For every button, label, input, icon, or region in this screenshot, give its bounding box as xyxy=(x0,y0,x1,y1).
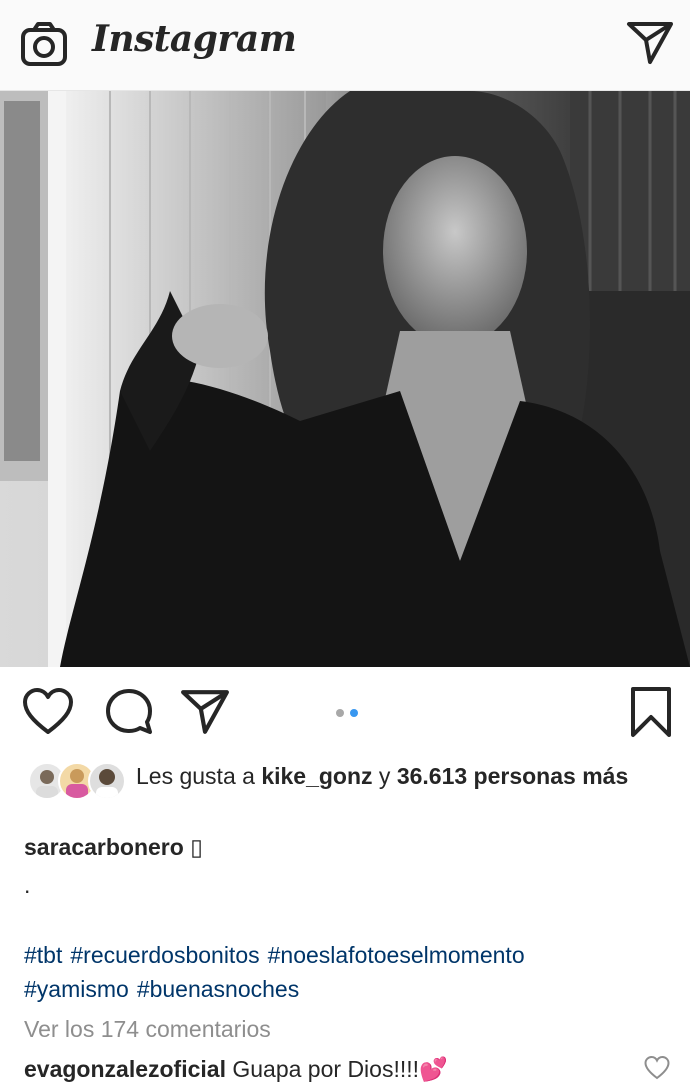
hashtag[interactable]: #noeslafotoeselmomento xyxy=(268,942,525,968)
hashtags: #tbt #recuerdosbonitos #noeslafotoeselmome… xyxy=(24,938,674,1006)
view-comments-link[interactable]: Ver los 174 comentarios xyxy=(24,1016,271,1043)
carousel-dot xyxy=(336,709,344,717)
likes-count[interactable]: 36.613 personas más xyxy=(397,763,628,789)
hashtag[interactable]: #recuerdosbonitos xyxy=(70,942,259,968)
post-photo[interactable] xyxy=(0,91,690,667)
bookmark-icon[interactable] xyxy=(630,686,672,743)
comment-text: Guapa por Dios!!!!💕 xyxy=(232,1056,448,1082)
comment-icon[interactable] xyxy=(104,688,154,741)
caption: saracarbonero ▯ xyxy=(24,830,674,864)
carousel-indicator xyxy=(336,704,364,722)
instagram-logo: Instagram xyxy=(92,18,297,60)
direct-message-icon[interactable] xyxy=(626,20,674,71)
share-icon[interactable] xyxy=(180,688,230,741)
likes-joiner: y xyxy=(378,763,391,789)
heart-icon[interactable] xyxy=(22,688,74,741)
hashtag[interactable]: #yamismo xyxy=(24,976,129,1002)
caption-line-2: . xyxy=(24,872,31,898)
carousel-dot-active xyxy=(350,709,358,717)
comment-username[interactable]: evagonzalezoficial xyxy=(24,1056,226,1082)
hashtag[interactable]: #buenasnoches xyxy=(137,976,299,1002)
caption-username[interactable]: saracarbonero xyxy=(24,834,184,860)
hashtag[interactable]: #tbt xyxy=(24,942,62,968)
post-actions-bar xyxy=(0,668,690,754)
likes-text: Les gusta a kike_gonz y 36.613 personas … xyxy=(136,760,676,792)
liker-username[interactable]: kike_gonz xyxy=(261,763,372,789)
liker-avatars[interactable] xyxy=(28,762,126,800)
camera-icon[interactable] xyxy=(20,22,68,73)
comment-like-icon[interactable] xyxy=(644,1055,670,1085)
caption-text: ▯ xyxy=(190,834,203,860)
likes-prefix: Les gusta a xyxy=(136,763,255,789)
top-bar: Instagram xyxy=(0,0,690,91)
comment-row: evagonzalezoficial Guapa por Dios!!!!💕 xyxy=(24,1056,624,1083)
likes-row: Les gusta a kike_gonz y 36.613 personas … xyxy=(24,758,674,830)
avatar xyxy=(88,762,126,800)
